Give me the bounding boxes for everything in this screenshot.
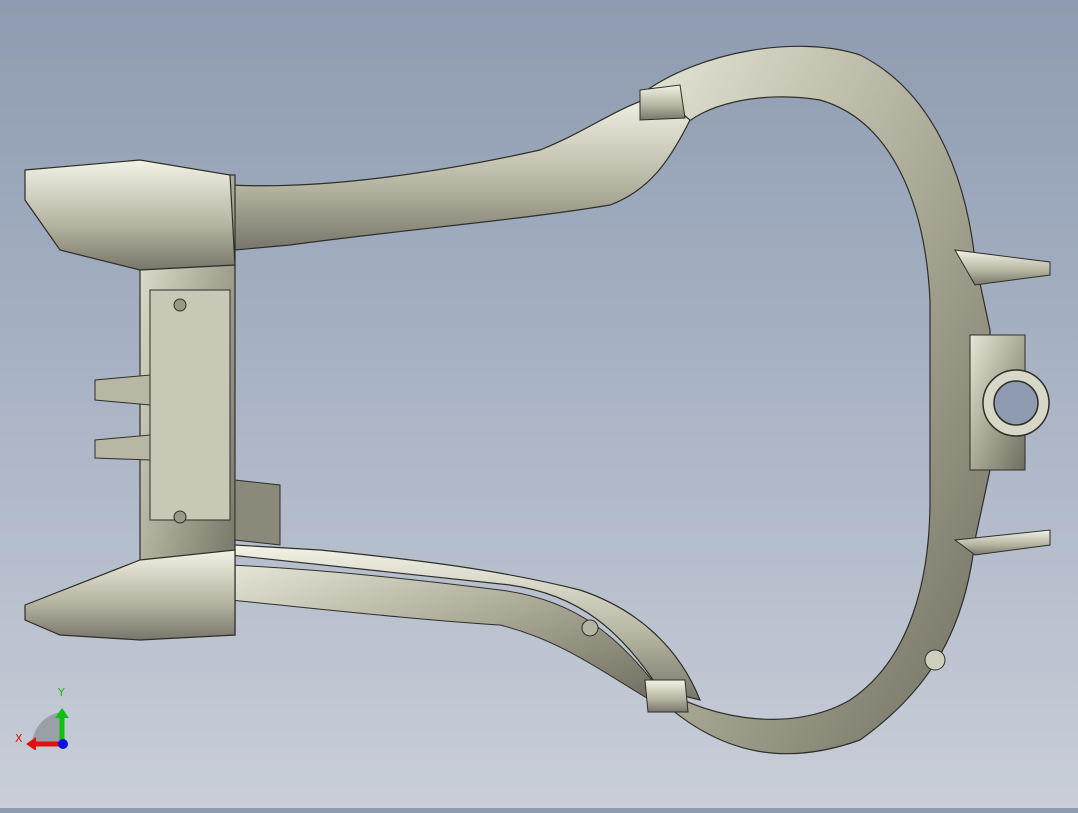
z-axis-dot — [58, 739, 68, 749]
rear-mount — [581, 84, 1051, 713]
y-axis-label: Y — [58, 686, 65, 699]
3d-viewport[interactable] — [0, 0, 1078, 808]
cad-model[interactable] — [0, 0, 1078, 808]
axis-triad: Y X — [10, 680, 80, 751]
upper-arm — [229, 94, 691, 251]
lower-arm — [229, 544, 701, 701]
subframe-ring — [639, 45, 991, 755]
x-axis-label: X — [15, 732, 23, 745]
